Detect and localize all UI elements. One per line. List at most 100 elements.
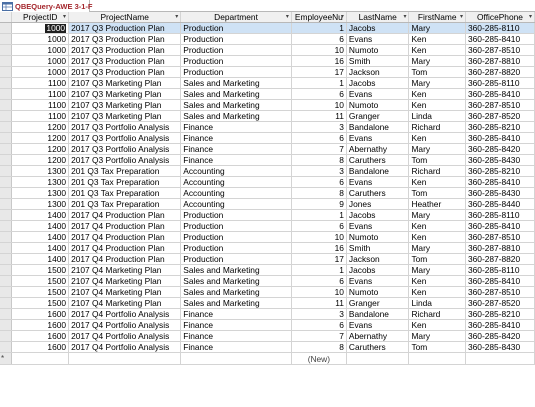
table-row[interactable]: 1200 2017 Q3 Portfolio Analysis Finance 3 Ba… xyxy=(0,121,535,134)
cell-employeenum[interactable]: 10 xyxy=(291,44,347,57)
cell-department[interactable]: Sales and Marketing xyxy=(180,88,292,101)
cell-employeenum[interactable]: 3 xyxy=(291,121,347,134)
cell-projectname[interactable]: 2017 Q3 Production Plan xyxy=(68,55,182,68)
row-selector[interactable] xyxy=(0,209,13,222)
cell-officephone[interactable]: 360-285-8210 xyxy=(465,308,535,321)
cell-projectid[interactable]: 1000 xyxy=(11,55,70,68)
cell-projectname[interactable]: 2017 Q4 Production Plan xyxy=(68,209,182,222)
cell-projectid[interactable]: 1200 xyxy=(11,143,70,156)
cell-officephone[interactable]: 360-285-8420 xyxy=(465,143,535,156)
cell-officephone[interactable]: 360-285-8430 xyxy=(465,154,535,167)
cell-officephone[interactable]: 360-285-8410 xyxy=(465,88,535,101)
table-row[interactable]: 1000 2017 Q3 Production Plan Production 17 J… xyxy=(0,66,535,79)
dropdown-arrow-icon[interactable]: ▾ xyxy=(460,12,463,22)
cell-employeenum[interactable]: 8 xyxy=(291,154,347,167)
cell-lastname[interactable]: Evans xyxy=(346,88,410,101)
cell-lastname[interactable]: Numoto xyxy=(346,44,410,57)
column-header-projectname[interactable]: ProjectName ▾ xyxy=(68,12,182,24)
cell-department[interactable]: Finance xyxy=(180,154,292,167)
cell-firstname[interactable]: Linda xyxy=(408,297,466,310)
row-selector[interactable] xyxy=(0,220,13,233)
cell-projectname[interactable]: 2017 Q4 Production Plan xyxy=(68,231,182,244)
cell-officephone[interactable]: 360-287-8820 xyxy=(465,253,535,266)
table-row[interactable]: 1000 2017 Q3 Production Plan Production 16 S… xyxy=(0,55,535,68)
cell-projectname[interactable]: 2017 Q3 Portfolio Analysis xyxy=(68,121,182,134)
cell-projectid[interactable]: 1300 xyxy=(11,198,70,211)
row-selector[interactable] xyxy=(0,88,13,101)
cell-department[interactable]: Finance xyxy=(180,132,292,145)
table-row[interactable]: 1400 2017 Q4 Production Plan Production 10 N… xyxy=(0,231,535,244)
cell-lastname[interactable]: Evans xyxy=(346,176,410,189)
cell-department[interactable]: Accounting xyxy=(180,165,292,178)
row-selector[interactable] xyxy=(0,253,13,266)
cell-officephone[interactable]: 360-287-8520 xyxy=(465,297,535,310)
table-row[interactable]: 1600 2017 Q4 Portfolio Analysis Finance 6 Ev… xyxy=(0,319,535,332)
cell-officephone[interactable]: 360-285-8210 xyxy=(465,165,535,178)
row-selector[interactable] xyxy=(0,77,13,90)
cell-officephone[interactable]: 360-287-8520 xyxy=(465,110,535,123)
cell-projectid[interactable]: 1300 xyxy=(11,187,70,200)
cell-department[interactable]: Sales and Marketing xyxy=(180,99,292,112)
row-selector[interactable] xyxy=(0,165,13,178)
dropdown-arrow-icon[interactable]: ▾ xyxy=(529,12,532,22)
cell-projectname[interactable]: 2017 Q3 Production Plan xyxy=(68,33,182,46)
cell-lastname[interactable]: Evans xyxy=(346,319,410,332)
cell-employeenum[interactable]: 3 xyxy=(291,308,347,321)
cell-lastname[interactable]: Smith xyxy=(346,55,410,68)
cell-firstname[interactable]: Tom xyxy=(408,253,466,266)
cell-projectid[interactable]: 1200 xyxy=(11,132,70,145)
cell-firstname[interactable]: Richard xyxy=(408,308,466,321)
cell-firstname[interactable]: Heather xyxy=(408,198,466,211)
cell-firstname[interactable]: Mary xyxy=(408,264,466,277)
cell-lastname[interactable]: Numoto xyxy=(346,231,410,244)
cell-lastname[interactable]: Abernathy xyxy=(346,143,410,156)
cell-firstname[interactable]: Ken xyxy=(408,319,466,332)
table-row[interactable]: 1400 2017 Q4 Production Plan Production 6 Ev… xyxy=(0,220,535,233)
new-record-cell[interactable] xyxy=(180,352,292,366)
cell-firstname[interactable]: Richard xyxy=(408,165,466,178)
row-selector[interactable] xyxy=(0,176,13,189)
cell-department[interactable]: Production xyxy=(180,242,292,255)
cell-projectid[interactable]: 1300 xyxy=(11,176,70,189)
cell-firstname[interactable]: Mary xyxy=(408,209,466,222)
cell-officephone[interactable]: 360-287-8820 xyxy=(465,66,535,79)
table-row[interactable]: 1200 2017 Q3 Portfolio Analysis Finance 6 Ev… xyxy=(0,132,535,145)
cell-department[interactable]: Sales and Marketing xyxy=(180,275,292,288)
table-row[interactable]: 1400 2017 Q4 Production Plan Production 16 S… xyxy=(0,242,535,255)
new-record-cell[interactable] xyxy=(68,352,182,366)
table-row[interactable]: 1100 2107 Q3 Marketing Plan Sales and Mark… xyxy=(0,99,535,112)
column-header-officephone[interactable]: OfficePhone ▾ xyxy=(465,12,535,24)
cell-lastname[interactable]: Evans xyxy=(346,132,410,145)
cell-employeenum[interactable]: 11 xyxy=(291,110,347,123)
cell-officephone[interactable]: 360-285-8110 xyxy=(465,77,535,90)
cell-officephone[interactable]: 360-287-8510 xyxy=(465,44,535,57)
cell-officephone[interactable]: 360-285-8410 xyxy=(465,319,535,332)
cell-projectname[interactable]: 2017 Q4 Portfolio Analysis xyxy=(68,308,182,321)
new-record-label[interactable]: (New) xyxy=(291,352,347,366)
new-record-cell[interactable] xyxy=(11,352,70,366)
cell-projectname[interactable]: 2017 Q3 Portfolio Analysis xyxy=(68,154,182,167)
table-row[interactable]: 1600 2017 Q4 Portfolio Analysis Finance 7 Ab… xyxy=(0,330,535,343)
cell-officephone[interactable]: 360-285-8430 xyxy=(465,187,535,200)
cell-firstname[interactable]: Mary xyxy=(408,22,466,35)
cell-projectid[interactable]: 1000 xyxy=(11,33,70,46)
cell-projectid[interactable]: 1500 xyxy=(11,264,70,277)
cell-projectid[interactable]: 1400 xyxy=(11,220,70,233)
cell-projectname[interactable]: 2107 Q3 Marketing Plan xyxy=(68,77,182,90)
cell-lastname[interactable]: Evans xyxy=(346,220,410,233)
cell-lastname[interactable]: Jacobs xyxy=(346,22,410,35)
row-selector[interactable] xyxy=(0,55,13,68)
cell-projectname[interactable]: 201 Q3 Tax Preparation xyxy=(68,187,182,200)
cell-department[interactable]: Sales and Marketing xyxy=(180,110,292,123)
cell-lastname[interactable]: Granger xyxy=(346,110,410,123)
table-row[interactable]: 1400 2017 Q4 Production Plan Production 1 Ja… xyxy=(0,209,535,222)
row-selector[interactable] xyxy=(0,231,13,244)
table-row[interactable]: 1300 201 Q3 Tax Preparation Accounting 9 Jon… xyxy=(0,198,535,211)
new-record-cell[interactable] xyxy=(408,352,466,366)
row-selector[interactable] xyxy=(0,198,13,211)
cell-department[interactable]: Production xyxy=(180,209,292,222)
cell-employeenum[interactable]: 10 xyxy=(291,231,347,244)
dropdown-arrow-icon[interactable]: ▾ xyxy=(286,12,289,22)
table-row[interactable]: 1300 201 Q3 Tax Preparation Accounting 8 Car… xyxy=(0,187,535,200)
cell-firstname[interactable]: Linda xyxy=(408,110,466,123)
